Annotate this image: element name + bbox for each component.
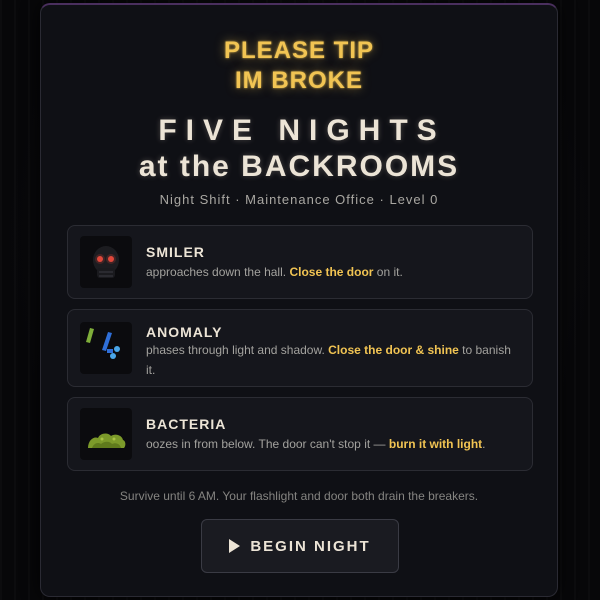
entity-name: ANOMALY xyxy=(146,324,223,340)
entity-description: oozes in from below. The door can't stop… xyxy=(146,437,486,451)
game-title-line2: at the BACKROOMS xyxy=(138,150,460,183)
entity-description: phases through light and shadow. Close t… xyxy=(146,343,511,377)
begin-night-button[interactable]: BEGIN NIGHT xyxy=(201,519,399,573)
game-screen: PLEASE TIP IM BROKE FIVE NIGHTS at the B… xyxy=(0,0,600,600)
entity-card-bacteria: BACTERIA oozes in from below. The door c… xyxy=(67,397,533,471)
entity-tactic: burn it with light xyxy=(388,437,483,451)
tip-banner-line2: IM BROKE xyxy=(235,67,363,94)
entity-tactic: Close the door & shine xyxy=(328,343,459,357)
entity-name: SMILER xyxy=(146,244,205,260)
entity-card-smiler: SMILER approaches down the hall. Close t… xyxy=(67,225,533,299)
entity-card-anomaly: ANOMALY phases through light and shadow.… xyxy=(67,309,533,387)
smiler-icon xyxy=(80,236,132,288)
begin-night-label: BEGIN NIGHT xyxy=(250,537,371,555)
tip-banner-line1: PLEASE TIP xyxy=(223,37,375,64)
entity-name: BACTERIA xyxy=(146,416,227,432)
intro-panel: PLEASE TIP IM BROKE FIVE NIGHTS at the B… xyxy=(40,3,558,597)
instructions-text: Survive until 6 AM. Your flashlight and … xyxy=(119,489,479,503)
game-title-line1: FIVE NIGHTS xyxy=(158,114,446,147)
game-subtitle: Night Shift · Maintenance Office · Level… xyxy=(159,192,439,207)
play-icon xyxy=(229,539,241,553)
entity-description: approaches down the hall. Close the door… xyxy=(146,265,403,279)
anomaly-icon xyxy=(80,322,132,374)
bacteria-icon xyxy=(80,408,132,460)
entity-tactic: Close the door xyxy=(289,265,374,279)
